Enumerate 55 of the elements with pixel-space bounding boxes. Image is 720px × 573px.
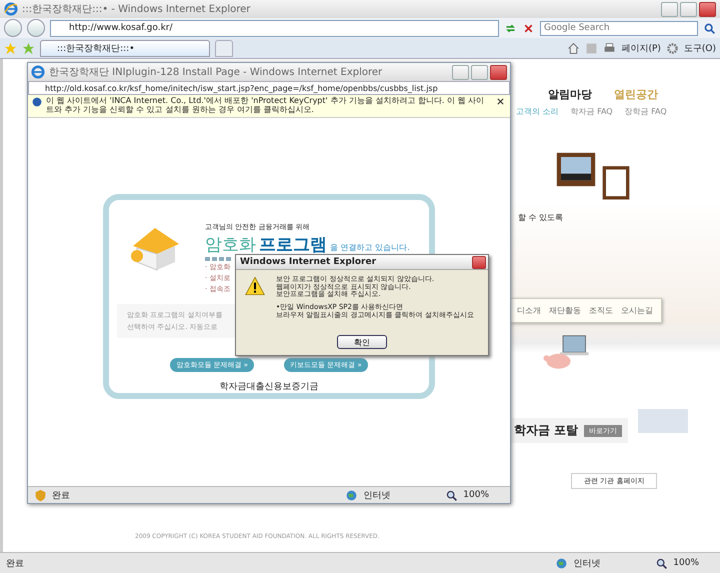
home-icon[interactable]: [567, 42, 580, 54]
gear-icon[interactable]: [666, 42, 679, 54]
menu-link[interactable]: 재단활동: [549, 305, 581, 316]
close-button[interactable]: [472, 256, 486, 268]
headline-text: 을 연결하고 있습니다.: [330, 242, 410, 253]
minimize-button[interactable]: [661, 2, 678, 16]
e-logo-icon: [4, 2, 18, 16]
zoom-icon[interactable]: [445, 488, 458, 502]
address-field[interactable]: http://www.kosaf.go.kr/: [50, 20, 499, 36]
banner-title: 학자금 포탈: [514, 422, 578, 439]
globe-icon: [555, 556, 568, 570]
print-icon[interactable]: [603, 42, 616, 54]
close-button[interactable]: [699, 2, 716, 16]
window-title: :::한국장학재단:::• - Windows Internet Explorer: [22, 3, 250, 16]
footer-text: 학자금대출신용보증기금: [220, 380, 318, 393]
nav-link[interactable]: 알림마당: [548, 87, 592, 102]
ok-button[interactable]: 확인: [337, 335, 387, 349]
back-button[interactable]: [4, 19, 22, 37]
popup-title: 한국장학재단 INIplugin-128 Install Page - Windows Internet Explorer: [49, 66, 382, 79]
forward-button[interactable]: [27, 19, 45, 37]
stop-icon[interactable]: [522, 22, 535, 34]
information-bar-text: 이 웹 사이트에서 'INCA Internet. Co., Ltd.'에서 배포한 'nProtect KeyCrypt' 추가 기능을 설치하려고 합니다. 이 웹 사이트와 추가 기능을 신뢰할 수 있고 설치를 원하는 경우 여기를 클릭하십시오.: [46, 97, 486, 115]
information-bar[interactable]: 이 웹 사이트에서 'INCA Internet. Co., Ltd.'에서 배포한 'nProtect KeyCrypt' 추가 기능을 설치하려고 합니다. 이 웹 사이트와 추가 기능을 신뢰할 수 있고 설치를 원하는 경우 여기를 클릭하십시오.: [28, 95, 510, 118]
zone-text: 인터넷: [573, 558, 600, 570]
close-button[interactable]: [490, 64, 507, 80]
star-icon[interactable]: [4, 42, 17, 54]
subnav-link[interactable]: 학자금 FAQ: [570, 106, 613, 117]
status-text: 완료: [6, 558, 24, 570]
zoom-icon[interactable]: [655, 556, 668, 570]
body-text: 할 수 있도록: [518, 212, 564, 223]
url-field[interactable]: http://old.kosaf.co.kr/ksf_home/initech/isw_start.jsp?enc_page=/ksf_home/openbbs/cusbbs_list.jsp: [28, 81, 510, 95]
minimize-button[interactable]: [452, 64, 469, 80]
progress-dots: [205, 256, 233, 261]
zone-text: 인터넷: [363, 490, 390, 502]
warning-icon: [244, 276, 266, 296]
zoom-level[interactable]: 100%: [463, 490, 489, 500]
new-tab-button[interactable]: [215, 40, 233, 56]
menu-link[interactable]: 오시는길: [621, 305, 653, 316]
menu-link[interactable]: 디소개: [517, 305, 541, 316]
zoom-level[interactable]: 100%: [673, 558, 699, 568]
tools-menu[interactable]: 도구(O): [684, 42, 716, 54]
shield-icon: [34, 488, 47, 502]
page-menu[interactable]: 페이지(P): [621, 42, 661, 54]
search-field[interactable]: Google Search: [540, 20, 698, 36]
subnav-link[interactable]: 장학금 FAQ: [624, 106, 667, 117]
photo-placeholder: [638, 409, 688, 433]
e-logo-icon: [31, 65, 45, 79]
browser-tab[interactable]: :::한국장학재단:::•: [40, 40, 210, 56]
dialog-title: Windows Internet Explorer: [240, 257, 376, 267]
menu-link[interactable]: 조직도: [589, 305, 613, 316]
globe-icon: [345, 488, 358, 502]
search-icon[interactable]: [703, 22, 716, 34]
status-text: 완료: [52, 490, 70, 502]
headline-word: 프로그램: [259, 234, 327, 256]
headline-word: 암호화: [205, 234, 256, 256]
